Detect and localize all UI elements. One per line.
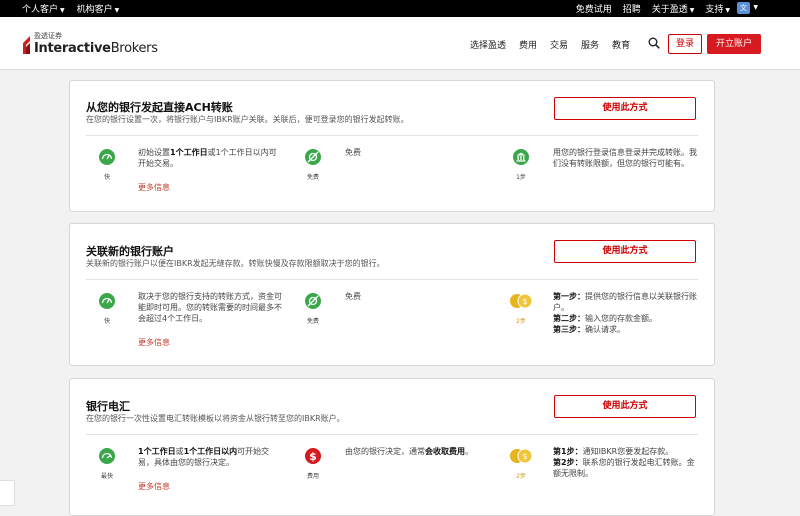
more-info-link[interactable]: 更多信息 (138, 481, 170, 492)
steps-feature: $ 2步 (504, 293, 538, 325)
caret-down-icon: ▼ (753, 4, 758, 11)
about-menu[interactable]: 关于盈透 ▼ (652, 2, 695, 15)
cost-desc: 免费 (345, 148, 361, 157)
speed-label: 快 (103, 174, 110, 181)
speed-feature: 快 (92, 149, 122, 181)
cost-desc: 由您的银行决定，通常会收取费用。 (345, 447, 473, 456)
side-tab[interactable] (0, 480, 15, 506)
ach-transfer-card: 从您的银行发起直接ACH转账 在您的银行设置一次，将银行账户与IBKR账户关联。… (69, 80, 715, 212)
bank-icon (513, 149, 529, 165)
more-info-link[interactable]: 更多信息 (138, 182, 170, 193)
caret-down-icon: ▼ (725, 7, 730, 14)
svg-text:$: $ (522, 297, 527, 306)
svg-text:$: $ (522, 452, 527, 461)
link-bank-card: 关联新的银行账户 关联新的银行账户以便在IBKR发起无缝存款。转账快慢及存款限额… (69, 223, 715, 366)
caret-down-icon: ▼ (689, 7, 695, 14)
speed-feature: 快 (92, 293, 122, 325)
card-title: 关联新的银行账户 (86, 245, 174, 258)
speedometer-icon (99, 149, 115, 165)
login-button[interactable]: 登录 (668, 34, 702, 54)
card-subtitle: 关联新的银行账户以便在IBKR发起无缝存款。转账快慢及存款限额取决于您的银行。 (86, 259, 385, 268)
cost-feature: 免费 (298, 149, 328, 181)
card-subtitle: 在您的银行设置一次，将银行账户与IBKR账户关联。关联后，便可登录您的银行发起转… (86, 115, 409, 124)
institutional-clients-menu[interactable]: 机构客户 ▼ (77, 2, 120, 15)
divider (86, 135, 698, 136)
svg-text:$: $ (309, 450, 317, 463)
coins-icon: $ (510, 293, 533, 309)
speed-desc: 1个工作日或1个工作日以内可开始交易，具体由您的银行决定。 (138, 447, 270, 467)
speed-label: 最快 (100, 473, 113, 480)
steps-feature: 1步 (506, 149, 536, 181)
step-1: 第一步：提供您的银行信息以关联银行账户。 (553, 292, 697, 312)
cost-label: 免费 (306, 174, 319, 181)
steps-list: 第一步：提供您的银行信息以关联银行账户。 第二步：输入您的存款金额。 第三步：确… (553, 291, 698, 335)
steps-label: 2步 (516, 473, 526, 480)
card-subtitle: 在您的银行一次性设置电汇转账模板以将资金从银行转至您的IBKR账户。 (86, 414, 345, 423)
speed-desc: 初始设置1个工作日或1个工作日以内可开始交易。 (138, 148, 277, 168)
use-method-button[interactable]: 使用此方式 (554, 395, 696, 418)
steps-list: 第1步：通知IBKR您要发起存款。 第2步：联系您的银行发起电汇转账。金额无限制… (553, 446, 698, 479)
nav-item-why-ibkr[interactable]: 选择盈透 (470, 38, 506, 51)
divider (86, 279, 698, 280)
divider (86, 434, 698, 435)
use-method-button[interactable]: 使用此方式 (554, 240, 696, 263)
caret-down-icon: ▼ (60, 7, 65, 14)
steps-label: 2步 (516, 318, 526, 325)
dollar-icon: $ (305, 448, 321, 464)
nav-item-services[interactable]: 服务 (581, 38, 599, 51)
top-bar: 个人客户 ▼ 机构客户 ▼ 免费试用 招聘 关于盈透 ▼ 支持 ▼ 文 ▼ (0, 0, 800, 17)
nav-item-education[interactable]: 教育 (612, 38, 630, 51)
support-menu[interactable]: 支持 ▼ (705, 2, 730, 15)
step-2: 第二步：输入您的存款金额。 (553, 314, 657, 323)
translate-icon[interactable]: 文 (737, 2, 750, 14)
logo-cn-text: 盈透证券 (34, 32, 62, 40)
cost-feature: $ 费用 (298, 448, 328, 480)
wire-transfer-card: 银行电汇 在您的银行一次性设置电汇转账模板以将资金从银行转至您的IBKR账户。 … (69, 378, 715, 516)
use-method-button[interactable]: 使用此方式 (554, 97, 696, 120)
nav-menu: 选择盈透 费用 交易 服务 教育 (470, 38, 630, 51)
logo-en-text: InteractiveBrokers (34, 41, 158, 56)
steps-desc: 用您的银行登录信息登录并完成转账。我们没有转账限额，但您的银行可能有。 (553, 148, 697, 168)
free-trial-link[interactable]: 免费试用 (576, 2, 612, 15)
speedometer-icon (99, 293, 115, 309)
cost-feature: 免费 (298, 293, 328, 325)
logo-flame-icon (23, 36, 30, 54)
step-1: 第1步：通知IBKR您要发起存款。 (553, 447, 674, 456)
step-2: 第2步：联系您的银行发起电汇转账。金额无限制。 (553, 458, 695, 478)
speed-label: 快 (103, 318, 110, 325)
nav-item-pricing[interactable]: 费用 (519, 38, 537, 51)
steps-feature: $ 2步 (504, 448, 538, 480)
speed-desc: 取决于您的银行支持的转账方式，资金可能即时可用。您的转账需要的时间最多不会超过4… (138, 292, 282, 323)
free-icon (305, 293, 321, 309)
speedometer-icon (99, 448, 115, 464)
personal-clients-menu[interactable]: 个人客户 ▼ (22, 2, 65, 15)
free-icon (305, 149, 321, 165)
ibkr-logo[interactable]: 盈透证券 InteractiveBrokers (22, 28, 162, 62)
nav-item-trading[interactable]: 交易 (550, 38, 568, 51)
more-info-link[interactable]: 更多信息 (138, 337, 170, 348)
step-3: 第三步：确认请求。 (553, 325, 625, 334)
cost-desc: 免费 (345, 292, 361, 301)
cost-label: 免费 (306, 318, 319, 325)
card-title: 从您的银行发起直接ACH转账 (86, 101, 233, 114)
steps-label: 1步 (516, 174, 526, 181)
speed-feature: 最快 (92, 448, 122, 480)
cost-label: 费用 (306, 473, 319, 480)
open-account-button[interactable]: 开立账户 (707, 34, 761, 54)
main-nav: 盈透证券 InteractiveBrokers 选择盈透 费用 交易 服务 教育… (0, 17, 800, 70)
coins-icon: $ (510, 448, 533, 464)
card-title: 银行电汇 (86, 400, 130, 413)
careers-link[interactable]: 招聘 (623, 2, 641, 15)
search-icon[interactable] (648, 37, 660, 49)
caret-down-icon: ▼ (114, 7, 120, 14)
